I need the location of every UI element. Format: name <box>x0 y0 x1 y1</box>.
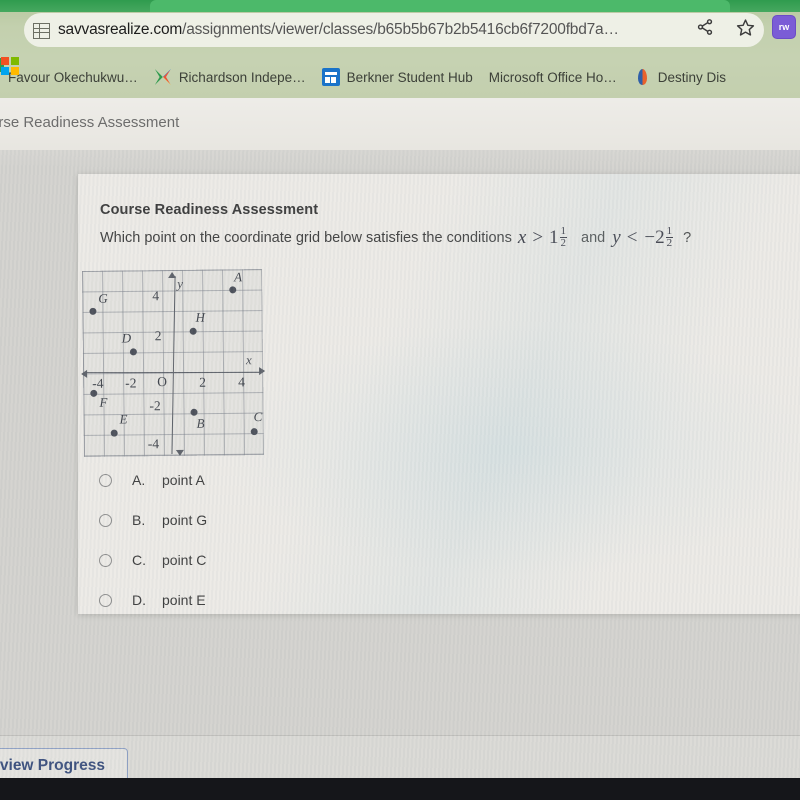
math-operator-lt: < <box>626 226 638 248</box>
answer-option-d[interactable]: D. point E <box>92 580 207 620</box>
data-point-label-H: H <box>195 309 205 325</box>
data-point-D <box>129 348 137 356</box>
radio-button-b[interactable] <box>99 513 112 527</box>
bookmark-label: Richardson Indepe… <box>178 69 306 85</box>
bookmark-item-favour[interactable]: Favour Okechukwu… <box>0 58 148 85</box>
site-favicon <box>30 21 52 39</box>
star-icon[interactable] <box>732 14 758 40</box>
answer-option-b[interactable]: B. point G <box>92 500 207 540</box>
extension-icon[interactable]: rw <box>772 15 796 39</box>
y-axis-label: y <box>177 275 184 291</box>
x-tick--2: -2 <box>125 375 137 391</box>
option-text-b: point G <box>162 512 208 528</box>
monitor-bezel <box>0 778 800 800</box>
data-point-label-F: F <box>99 394 108 410</box>
coordinate-grid: x y O -4 -2 2 4 4 2 -2 -4 A G H D F B E … <box>81 269 266 457</box>
data-point-label-A: A <box>234 269 243 285</box>
y-axis-arrow-up <box>168 271 177 279</box>
assignment-header-bar: urse Readiness Assessment <box>0 98 800 150</box>
data-point-label-C: C <box>253 409 263 425</box>
address-bar-url: savvasrealize.com/assignments/viewer/cla… <box>58 21 619 39</box>
radio-button-d[interactable] <box>99 593 112 607</box>
question-title: Course Readiness Assessment <box>100 202 319 218</box>
bookmark-favicon-destiny <box>633 68 651 86</box>
share-icon[interactable] <box>692 14 718 40</box>
option-text-d: point E <box>162 592 206 608</box>
option-letter-d: D. <box>132 592 146 608</box>
bookmark-favicon-microsoft <box>1 57 19 75</box>
data-point-label-B: B <box>196 415 205 431</box>
data-point-label-D: D <box>121 330 132 346</box>
option-text-a: point A <box>162 472 205 488</box>
data-point-G <box>89 307 97 315</box>
bookmark-label: Destiny Dis <box>657 69 727 85</box>
data-point-E <box>110 429 118 437</box>
x-axis-arrow-left <box>81 369 88 378</box>
data-point-C <box>250 428 258 436</box>
browser-chrome: savvasrealize.com/assignments/viewer/cla… <box>0 0 800 98</box>
origin-label: O <box>157 374 168 390</box>
x-axis-arrow-right <box>259 367 266 376</box>
bookmark-label: Microsoft Office Ho… <box>488 69 617 85</box>
y-tick-4: 4 <box>152 288 160 304</box>
option-text-c: point C <box>162 552 207 568</box>
bookmarks-bar: Favour Okechukwu… Richardson Indepe… Ber… <box>0 56 800 98</box>
option-letter-c: C. <box>132 552 146 568</box>
question-mark: ? <box>683 229 692 246</box>
option-letter-b: B. <box>132 512 146 528</box>
address-bar[interactable]: savvasrealize.com/assignments/viewer/cla… <box>24 13 764 47</box>
omnibox-action-icons: rw <box>692 14 796 40</box>
y-denominator: 2 <box>666 237 673 249</box>
math-mixed-number-x: 1 1 2 <box>549 226 568 249</box>
option-letter-a: A. <box>132 472 146 488</box>
radio-button-c[interactable] <box>99 553 112 567</box>
x-tick-4: 4 <box>238 374 246 390</box>
data-point-F <box>90 389 98 397</box>
y-tick--2: -2 <box>149 398 161 414</box>
screenshot-root: savvasrealize.com/assignments/viewer/cla… <box>0 0 800 800</box>
question-prompt: Which point on the coordinate grid below… <box>100 226 691 249</box>
answer-option-a[interactable]: A. point A <box>92 460 207 500</box>
prompt-lead-text: Which point on the coordinate grid below… <box>100 229 512 246</box>
y-tick--4: -4 <box>147 436 160 452</box>
data-point-label-G: G <box>98 290 108 306</box>
y-fraction: 1 2 <box>665 226 674 249</box>
x-whole-part: 1 <box>549 226 559 248</box>
bookmark-item-richardson[interactable]: Richardson Indepe… <box>148 68 316 86</box>
answer-option-c[interactable]: C. point C <box>92 540 207 580</box>
data-point-label-E: E <box>119 411 128 427</box>
bookmark-label: Berkner Student Hub <box>346 69 473 85</box>
radio-button-a[interactable] <box>99 473 112 487</box>
url-host: savvasrealize.com <box>58 21 183 38</box>
bookmark-item-berkner[interactable]: Berkner Student Hub <box>316 68 483 86</box>
data-point-A <box>229 286 237 294</box>
x-axis-label: x <box>245 352 252 368</box>
y-axis-arrow-down <box>175 449 184 456</box>
url-path: /assignments/viewer/classes/b65b5b67b2b5… <box>182 21 619 38</box>
question-card: Course Readiness Assessment Which point … <box>78 174 800 614</box>
math-mixed-number-y: −2 1 2 <box>644 226 674 249</box>
math-operator-gt: > <box>532 226 544 248</box>
y-whole-part: −2 <box>644 226 665 248</box>
x-tick-2: 2 <box>199 374 207 390</box>
bookmark-favicon-pinwheel <box>154 68 172 86</box>
conjunction-and: and <box>581 229 606 246</box>
page-title: urse Readiness Assessment <box>0 114 180 131</box>
bookmark-label: Favour Okechukwu… <box>8 69 138 85</box>
data-point-H <box>189 327 197 335</box>
x-fraction: 1 2 <box>559 226 568 249</box>
page-body: Course Readiness Assessment Which point … <box>0 150 800 800</box>
y-tick-2: 2 <box>154 328 162 344</box>
answer-options-list: A. point A B. point G C. point C D. poin… <box>92 460 207 620</box>
math-variable-y: y <box>612 226 621 248</box>
math-variable-x: x <box>517 226 527 248</box>
bookmark-item-destiny[interactable]: Destiny Dis <box>627 68 736 86</box>
bookmark-item-microsoft[interactable]: Microsoft Office Ho… <box>1 57 627 85</box>
bookmark-favicon-hub <box>321 68 340 86</box>
x-denominator: 2 <box>560 237 567 249</box>
active-tab[interactable] <box>150 0 730 12</box>
tab-strip <box>0 0 800 12</box>
